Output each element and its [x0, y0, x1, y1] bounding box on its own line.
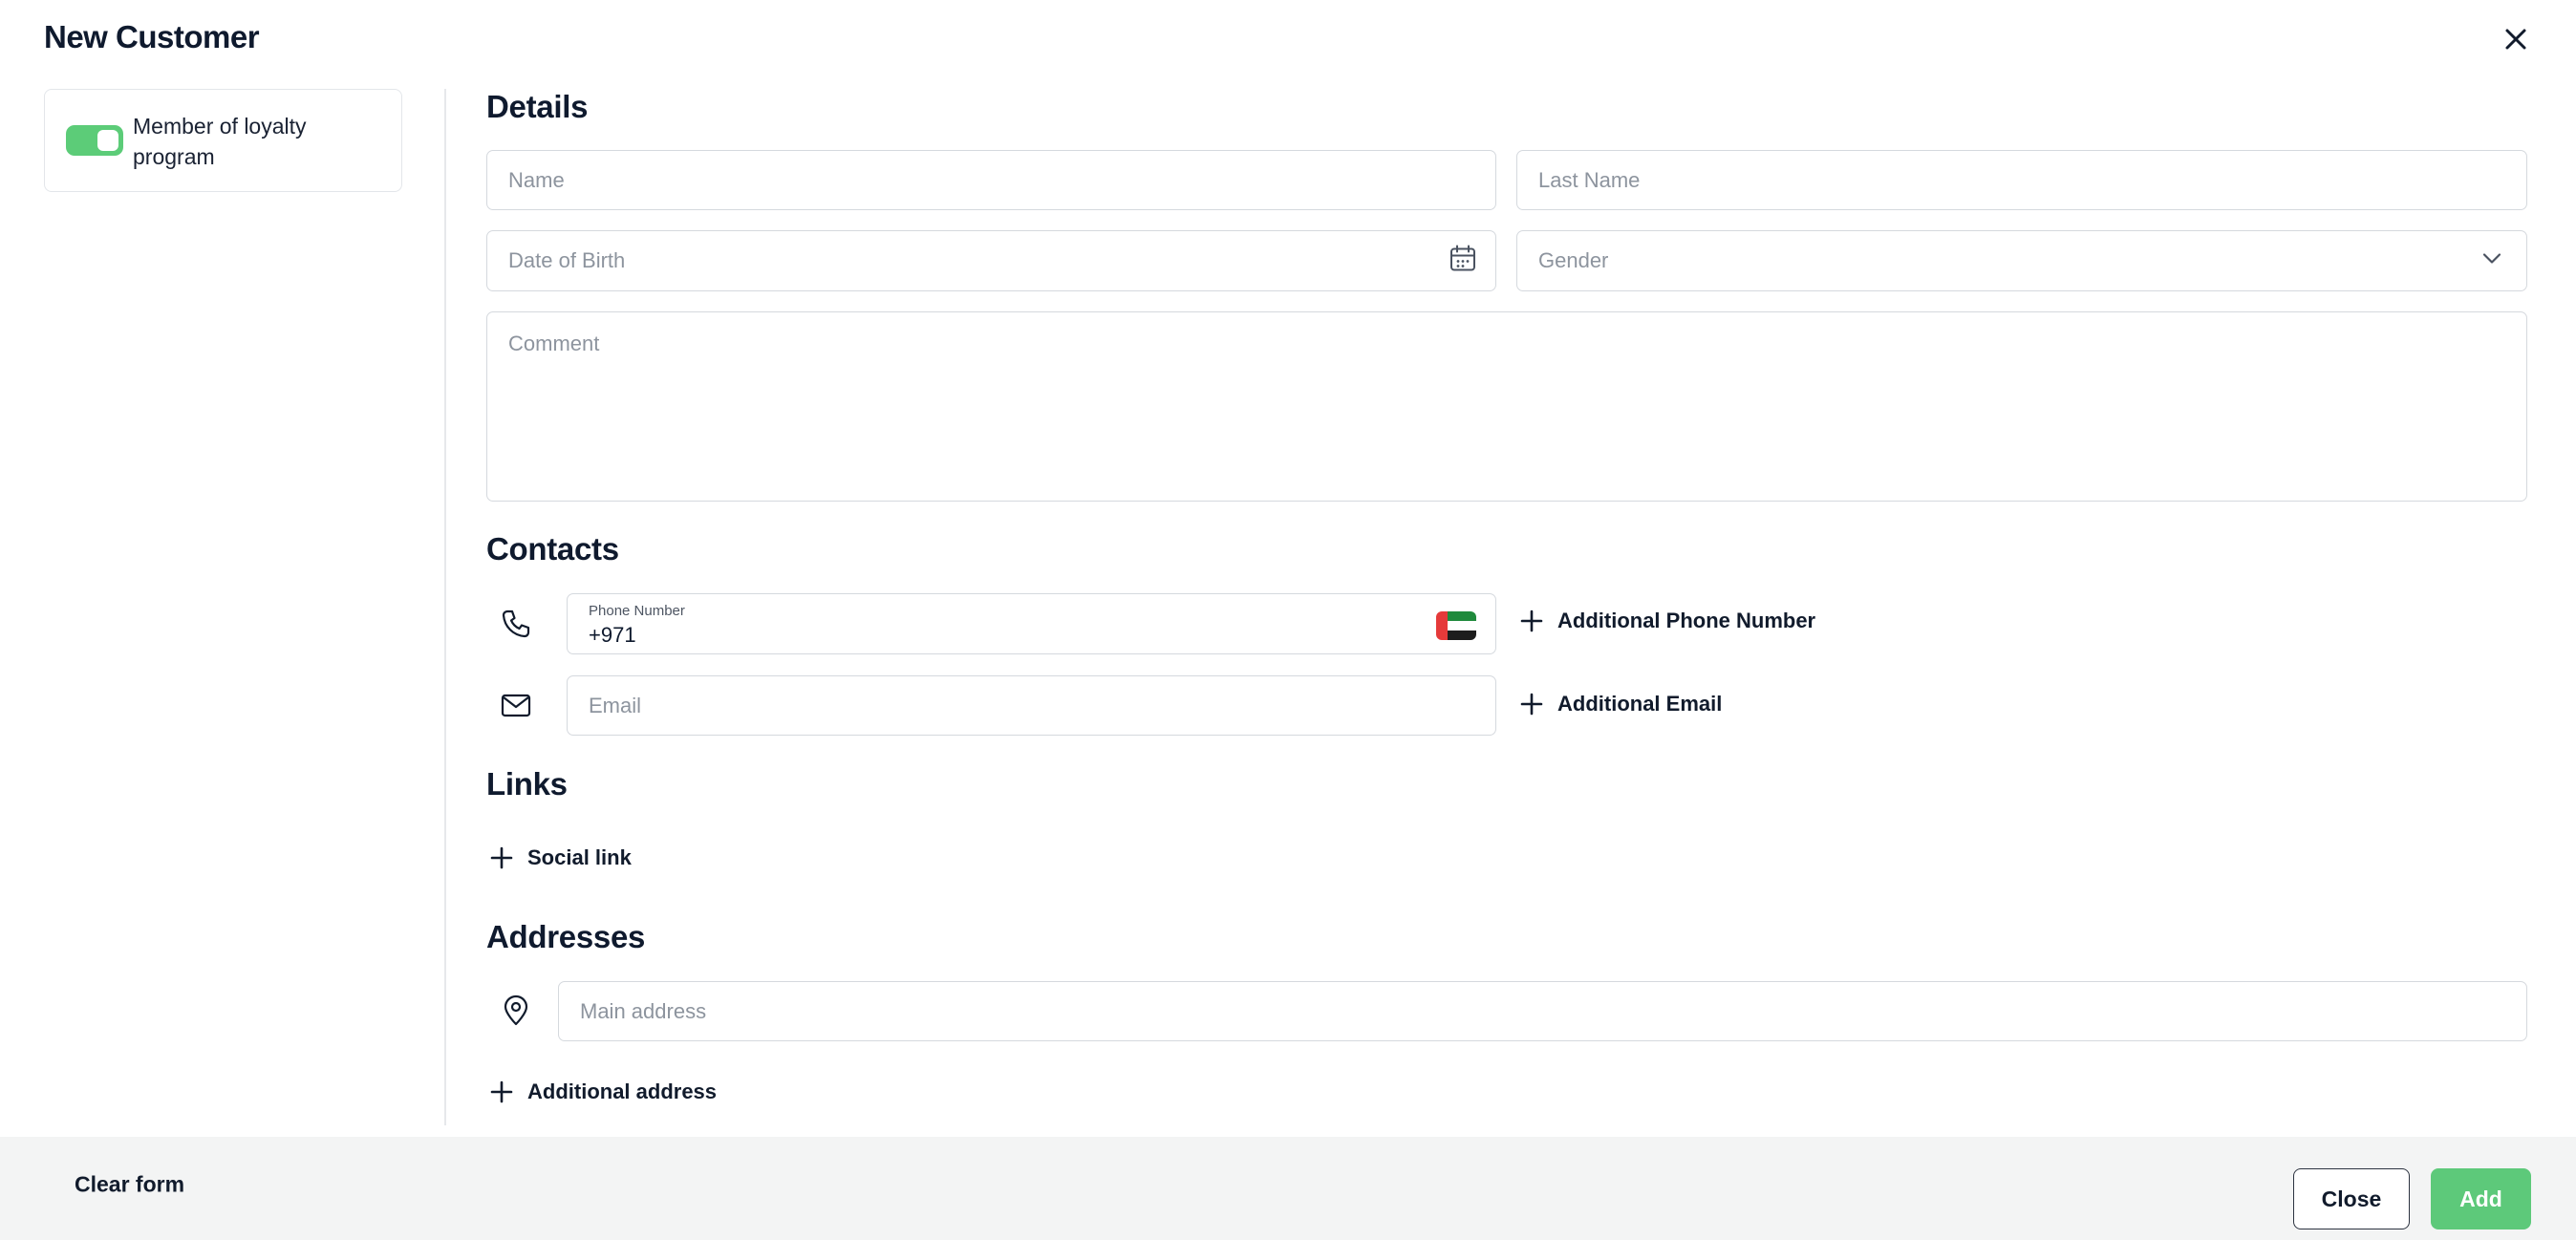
name-placeholder: Name — [508, 167, 565, 192]
close-button[interactable]: Close — [2293, 1168, 2410, 1229]
gender-select[interactable]: Gender — [1516, 230, 2527, 291]
clear-form-button[interactable]: Clear form — [75, 1172, 184, 1198]
last-name-input[interactable]: Last Name — [1516, 150, 2527, 210]
chevron-down-icon — [2480, 247, 2503, 275]
plus-icon — [1520, 609, 1543, 632]
add-social-link-button[interactable]: Social link — [489, 845, 632, 870]
phone-icon — [499, 607, 533, 641]
close-icon[interactable] — [2498, 21, 2534, 57]
add-button[interactable]: Add — [2431, 1168, 2531, 1229]
contacts-title: Contacts — [486, 531, 619, 567]
add-email-label: Additional Email — [1557, 692, 1723, 716]
addresses-title: Addresses — [486, 919, 646, 954]
email-placeholder: Email — [589, 693, 642, 717]
uae-flag-icon[interactable] — [1436, 611, 1476, 640]
details-title: Details — [486, 89, 589, 124]
add-phone-label: Additional Phone Number — [1557, 609, 1816, 632]
add-social-link-label: Social link — [527, 845, 632, 869]
name-input[interactable]: Name — [486, 150, 1496, 210]
phone-input[interactable]: Phone Number +971 — [567, 593, 1496, 654]
phone-label: Phone Number — [589, 603, 685, 619]
gender-placeholder: Gender — [1538, 248, 1609, 272]
location-pin-icon — [499, 994, 533, 1028]
comment-placeholder: Comment — [508, 331, 600, 355]
comment-textarea[interactable]: Comment — [486, 311, 2527, 502]
loyalty-label: Member of loyalty program — [133, 114, 307, 169]
plus-icon — [490, 846, 513, 869]
last-name-placeholder: Last Name — [1538, 167, 1641, 192]
loyalty-toggle[interactable] — [66, 125, 123, 156]
add-address-button[interactable]: Additional address — [489, 1080, 717, 1104]
date-of-birth-input[interactable]: Date of Birth — [486, 230, 1496, 291]
links-title: Links — [486, 766, 568, 802]
plus-icon — [490, 1080, 513, 1103]
add-email-button[interactable]: Additional Email — [1519, 692, 1722, 716]
plus-icon — [1520, 693, 1543, 716]
page-title: New Customer — [44, 19, 260, 54]
vertical-divider — [444, 89, 446, 1125]
toggle-knob — [97, 130, 118, 151]
main-address-input[interactable]: Main address — [558, 981, 2527, 1041]
email-input[interactable]: Email — [567, 675, 1496, 736]
add-phone-button[interactable]: Additional Phone Number — [1519, 609, 1815, 633]
phone-value: +971 — [589, 623, 636, 647]
dob-placeholder: Date of Birth — [508, 248, 626, 272]
main-address-placeholder: Main address — [580, 998, 707, 1023]
add-address-label: Additional address — [527, 1080, 718, 1103]
footer-bar: Clear form Close Add — [0, 1137, 2576, 1240]
calendar-icon[interactable] — [1448, 244, 1478, 279]
mail-icon — [499, 688, 533, 722]
loyalty-card: Member of loyalty program — [44, 89, 402, 192]
